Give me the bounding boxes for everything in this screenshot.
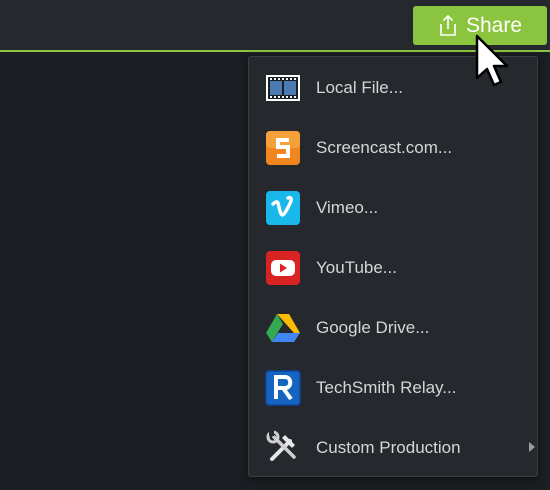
film-strip-icon [266, 75, 300, 101]
menu-item-label: Google Drive... [316, 318, 430, 337]
menu-item-label: Custom Production [316, 438, 461, 457]
menu-item-techsmith-relay[interactable]: TechSmith Relay... [249, 357, 537, 417]
menu-item-label: Local File... [316, 78, 403, 97]
screencast-icon [266, 131, 300, 165]
menu-item-vimeo[interactable]: Vimeo... [249, 177, 537, 237]
share-dropdown-menu: Local File... Screencast.com... Vimeo...… [248, 56, 538, 477]
share-export-icon [440, 14, 456, 36]
youtube-icon [266, 251, 300, 285]
menu-item-label: TechSmith Relay... [316, 378, 457, 397]
techsmith-relay-icon [265, 370, 301, 406]
menu-item-label: YouTube... [316, 258, 397, 277]
mouse-cursor-icon [475, 34, 509, 87]
menu-item-screencast[interactable]: Screencast.com... [249, 117, 537, 177]
google-drive-icon [266, 314, 300, 342]
top-toolbar: Share [0, 0, 550, 52]
menu-item-label: Vimeo... [316, 198, 379, 217]
menu-item-youtube[interactable]: YouTube... [249, 237, 537, 297]
vimeo-icon [266, 191, 300, 225]
menu-item-google-drive[interactable]: Google Drive... [249, 297, 537, 357]
menu-item-custom-production[interactable]: Custom Production [249, 417, 537, 477]
submenu-arrow-icon [529, 442, 535, 452]
tools-icon [266, 430, 296, 461]
menu-item-label: Screencast.com... [316, 138, 453, 157]
